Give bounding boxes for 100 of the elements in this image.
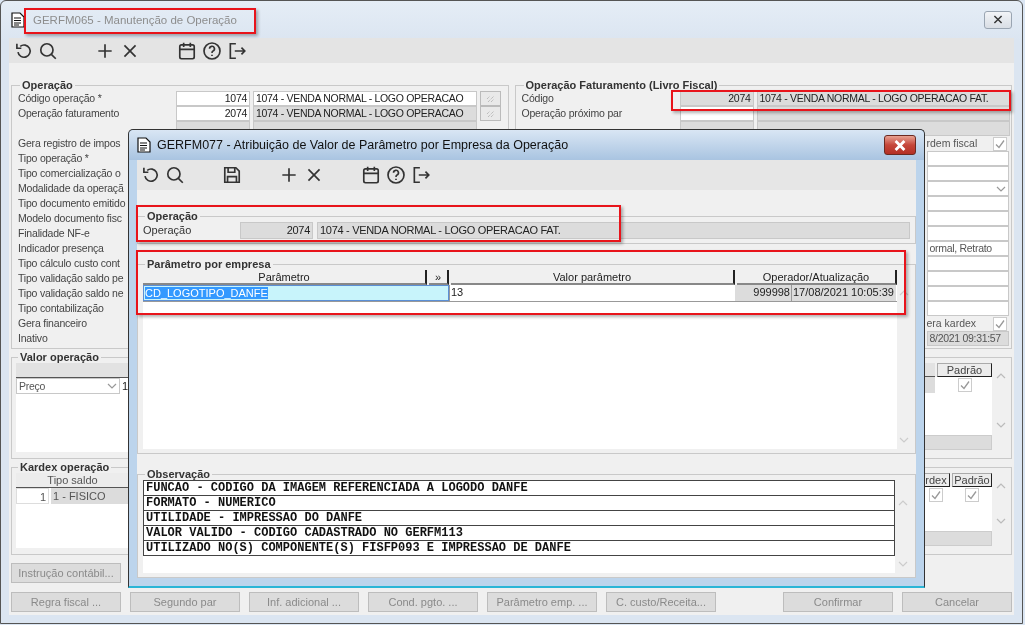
scroll-up-icon[interactable]	[898, 290, 909, 296]
checkbox[interactable]	[957, 378, 972, 392]
field-label: Operação próximo par	[521, 106, 622, 121]
code-field[interactable]: 1074	[176, 91, 250, 106]
column-header: Padrão	[952, 473, 992, 487]
description-field[interactable]: 1074 - VENDA NORMAL - LOGO OPERACAO FAT.	[317, 222, 910, 239]
close-button[interactable]	[984, 10, 1012, 29]
field-label: Gera financeiro	[18, 316, 87, 331]
help-icon[interactable]	[386, 165, 406, 185]
input-field[interactable]	[926, 196, 1009, 211]
table-cell: 17/08/2021 10:05:39	[792, 285, 896, 301]
column-header[interactable]: Valor parâmetro	[451, 270, 735, 285]
search-icon[interactable]	[38, 40, 58, 61]
caret-icon	[995, 185, 1006, 192]
field-label: Tipo comercialização o	[18, 166, 121, 181]
field-label: Indicador presença	[18, 241, 104, 256]
group-title: Operação	[146, 210, 199, 222]
dropdown-field[interactable]	[926, 181, 1009, 196]
field-label: Tipo operação *	[18, 151, 89, 166]
checkbox-label: rdem fiscal	[926, 136, 979, 151]
scrollbar[interactable]	[922, 435, 992, 450]
lookup-button[interactable]	[480, 91, 501, 106]
field-label: Finalidade NF-e	[18, 226, 90, 241]
scroll-down-icon[interactable]	[898, 437, 909, 443]
save-icon[interactable]	[222, 165, 242, 185]
field-label: Tipo contabilização	[18, 301, 104, 316]
field-label: Tipo validação saldo ne	[18, 286, 124, 301]
field-label: Inativo	[18, 331, 48, 346]
group-title: Kardex operação	[19, 461, 111, 473]
group-title: Observação	[146, 468, 211, 480]
checkbox[interactable]	[993, 316, 1007, 331]
checkmark-icon	[994, 137, 1006, 150]
calendar-icon[interactable]	[361, 165, 381, 185]
group-title: Valor operação	[19, 351, 100, 363]
column-header: Tipo saldo	[16, 473, 129, 488]
input-field[interactable]	[926, 151, 1009, 166]
input-field[interactable]	[926, 211, 1009, 226]
observation-line: FORMATO - NUMERICO	[143, 496, 895, 511]
checkmark-icon	[966, 489, 978, 501]
undo-icon[interactable]	[140, 165, 160, 185]
document-icon	[11, 11, 25, 28]
window-title: GERFM077 - Atribuição de Valor de Parâmetro por Empresa da Operação	[157, 138, 569, 152]
dropdown-field[interactable]: Preço	[16, 378, 120, 394]
field-label: Código operação *	[18, 91, 102, 106]
code-field[interactable]: 2074	[176, 106, 250, 121]
group-title: Parâmetro por empresa	[146, 258, 272, 270]
checkbox[interactable]	[993, 136, 1007, 151]
table-cell-text: 1	[122, 379, 129, 394]
scroll-down-icon[interactable]	[996, 518, 1006, 524]
exit-icon[interactable]	[411, 165, 431, 185]
description-field[interactable]: 1074 - VENDA NORMAL - LOGO OPERACAO	[253, 106, 477, 121]
scroll-up-icon[interactable]	[996, 483, 1006, 489]
checkbox[interactable]	[965, 488, 979, 502]
observation-line: FUNCAO - CODIGO DA IMAGEM REFERENCIADA A LOGODO DANFE	[143, 481, 895, 496]
input-field[interactable]: 8/2021 09:31:57	[926, 331, 1009, 346]
document-icon	[137, 137, 151, 153]
observation-line: UTILIZADO NO(S) COMPONENTE(S) FISFP093 E IMPRESSAO DE DANFE	[143, 541, 895, 556]
window-title: GERFM065 - Manutenção de Operação	[33, 13, 237, 26]
dots-icon	[485, 109, 496, 118]
input-field[interactable]	[926, 301, 1009, 316]
close-icon	[993, 15, 1003, 24]
close-icon	[893, 139, 907, 151]
input-field[interactable]	[926, 226, 1009, 241]
input-field[interactable]	[926, 166, 1009, 181]
field-label: Tipo documento emitido	[18, 196, 126, 211]
input-field[interactable]	[926, 256, 1009, 271]
code-field[interactable]: 2074	[240, 222, 313, 239]
scrollbar[interactable]	[922, 531, 992, 546]
checkbox-label: era kardex	[926, 316, 978, 331]
column-header: Padrão	[937, 363, 992, 377]
calendar-icon[interactable]	[177, 40, 197, 61]
field-label: Tipo validação saldo pe	[18, 271, 124, 286]
search-icon[interactable]	[165, 165, 185, 185]
field-label: Gera registro de impos	[18, 136, 121, 151]
scroll-down-icon[interactable]	[996, 422, 1006, 428]
lookup-button[interactable]	[480, 106, 501, 121]
observation-line: VALOR VALIDO - CODIGO CADASTRADO NO GERFM113	[143, 526, 895, 541]
input-field[interactable]	[926, 286, 1009, 301]
group-title: Operação	[21, 79, 74, 91]
field-label: Modelo documento fisc	[18, 211, 122, 226]
field-label: Código	[521, 91, 554, 106]
description-field[interactable]: 1074 - VENDA NORMAL - LOGO OPERACAO	[253, 91, 477, 106]
help-icon[interactable]	[202, 40, 222, 61]
scroll-down-icon[interactable]	[897, 561, 908, 567]
group-title: Operação Faturamento (Livro Fiscal)	[524, 79, 719, 91]
field-label: Tipo cálculo custo cont	[18, 256, 120, 271]
close-button[interactable]	[884, 135, 916, 155]
input-field[interactable]: ormal, Retrato	[926, 241, 1009, 256]
table-cell: 1 - FISICO	[51, 488, 129, 504]
scroll-up-icon[interactable]	[996, 373, 1006, 379]
table-cell: 999998	[735, 285, 792, 301]
input-field[interactable]	[926, 271, 1009, 286]
exit-icon[interactable]	[227, 40, 247, 61]
add-icon[interactable]	[279, 165, 299, 185]
checkmark-icon	[994, 317, 1006, 330]
dots-icon	[485, 94, 496, 103]
checkbox[interactable]	[929, 488, 943, 502]
field-label: Operação faturamento	[18, 106, 120, 121]
field-label: Operação	[143, 223, 192, 238]
observation-line: UTILIDADE - IMPRESSAO DO DANFE	[143, 511, 895, 526]
